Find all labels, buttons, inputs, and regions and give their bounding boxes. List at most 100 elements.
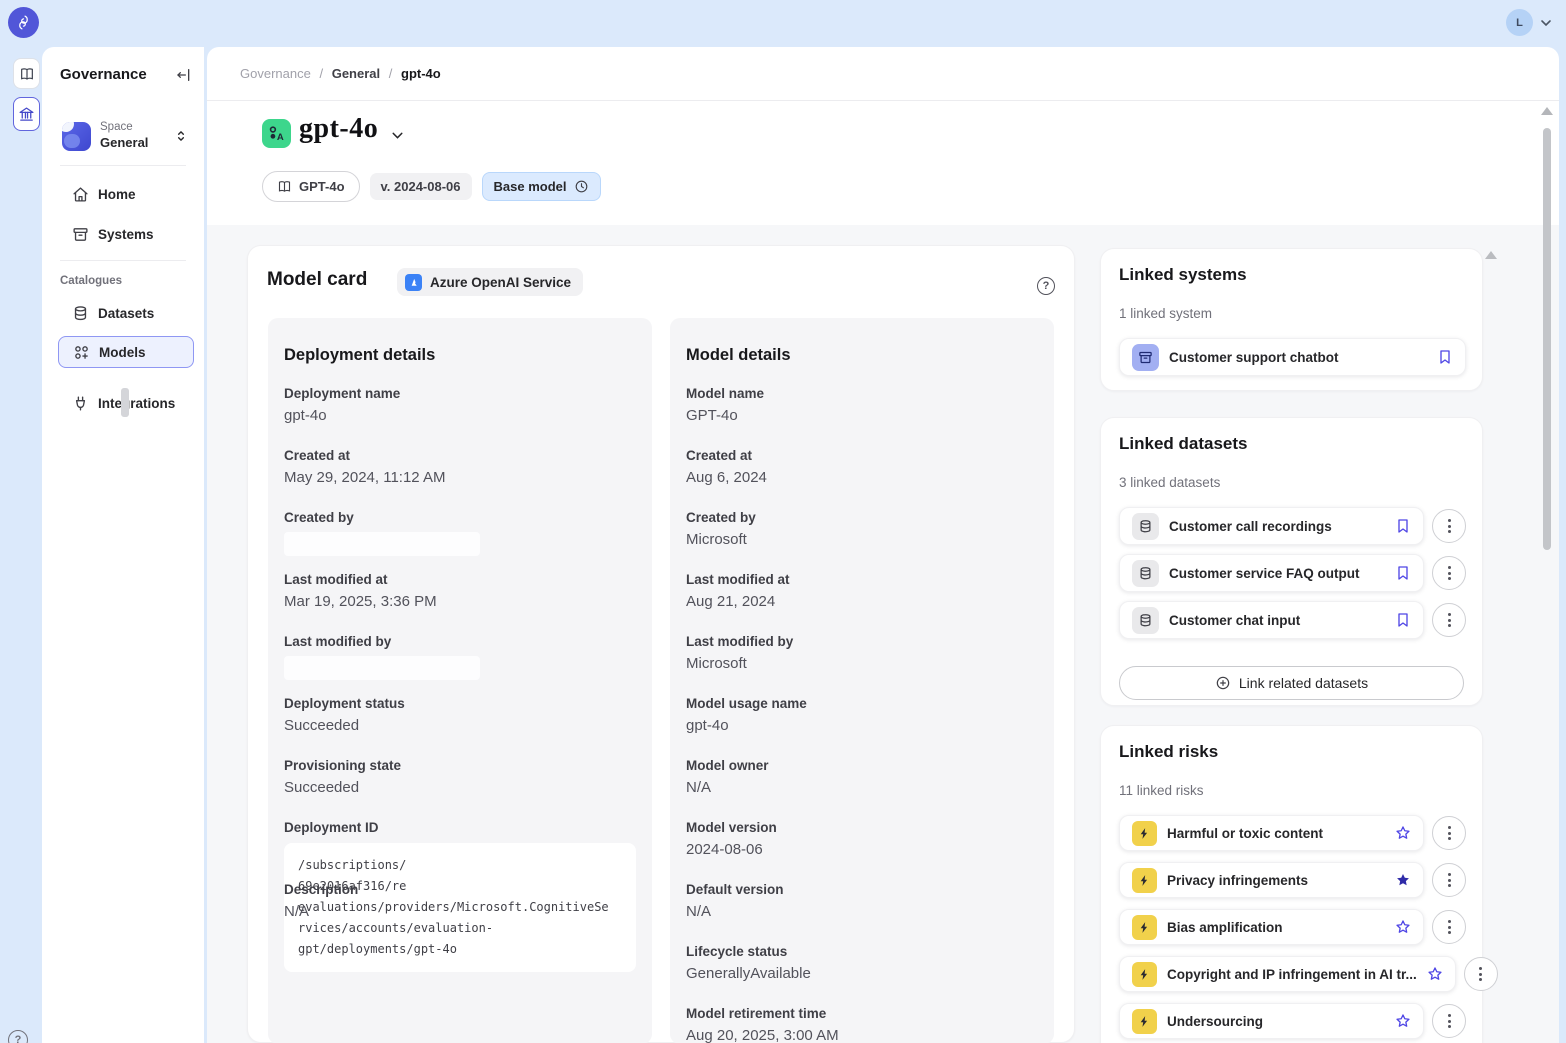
linked-dataset-card[interactable]: Customer service FAQ output — [1119, 554, 1424, 592]
scrollbar-up-icon[interactable] — [1541, 107, 1553, 115]
clock-icon[interactable] — [574, 179, 589, 194]
scrollbar-thumb[interactable] — [1543, 128, 1551, 550]
breadcrumb-general[interactable]: General — [332, 66, 380, 81]
field-value: Aug 20, 2025, 3:00 AM — [686, 1027, 1038, 1043]
linked-dataset-card[interactable]: Customer call recordings — [1119, 507, 1424, 545]
field-label: Created by — [686, 510, 1038, 525]
rail-governance-button[interactable] — [13, 97, 40, 131]
field-value: gpt-4o — [686, 717, 1038, 734]
deployment-details-card: Deployment details Deployment name gpt-4… — [268, 318, 652, 1043]
detail-field: Created by Microsoft — [686, 510, 1038, 572]
bookmark-icon[interactable] — [1395, 565, 1411, 581]
linked-systems-list: Customer support chatbot — [1119, 338, 1466, 376]
breadcrumb-governance[interactable]: Governance — [240, 66, 311, 81]
version-chip: v. 2024-08-06 — [370, 173, 472, 200]
plus-circle-icon — [1215, 675, 1231, 691]
field-label: Lifecycle status — [686, 944, 1038, 959]
linked-dataset-card[interactable]: Customer chat input — [1119, 601, 1424, 639]
risk-menu-button[interactable] — [1432, 816, 1466, 850]
breadcrumb: Governance / General / gpt-4o — [240, 66, 441, 81]
header-chips: GPT-4o v. 2024-08-06 Base model — [262, 171, 601, 202]
space-selector[interactable]: Space General — [54, 115, 192, 157]
field-value: Succeeded — [284, 717, 636, 734]
sidebar-item-label: Systems — [98, 227, 154, 242]
star-outline-icon[interactable] — [1395, 825, 1411, 841]
deployment-details-heading: Deployment details — [284, 346, 636, 386]
page-title: gpt-4o — [299, 113, 378, 145]
panel-scroll-up-icon[interactable] — [1485, 251, 1497, 259]
linked-datasets-heading: Linked datasets — [1119, 434, 1466, 454]
book-icon — [277, 179, 292, 194]
dataset-menu-button[interactable] — [1432, 603, 1466, 637]
star-filled-icon[interactable] — [1395, 872, 1411, 888]
space-label: Space — [100, 121, 148, 135]
azure-icon — [405, 274, 422, 291]
user-avatar[interactable]: L — [1506, 9, 1533, 36]
detail-field: Default version N/A — [686, 882, 1038, 944]
sidebar-collapse-icon[interactable] — [176, 67, 192, 83]
field-value: Succeeded — [284, 779, 636, 796]
sidebar-item-datasets[interactable]: Datasets — [58, 297, 194, 329]
sidebar-item-models[interactable]: Models — [58, 336, 194, 368]
field-label: Deployment ID — [284, 820, 636, 835]
dataset-menu-button[interactable] — [1432, 509, 1466, 543]
linked-risk-card[interactable]: Harmful or toxic content — [1119, 815, 1424, 851]
model-card-help-icon[interactable]: ? — [1037, 277, 1055, 295]
detail-field: Deployment name gpt-4o — [284, 386, 636, 448]
model-chip-label: GPT-4o — [299, 179, 345, 194]
dataset-menu-button[interactable] — [1432, 556, 1466, 590]
linked-risks-count: 11 linked risks — [1119, 783, 1466, 798]
field-value: Microsoft — [686, 655, 1038, 672]
field-label: Model retirement time — [686, 1006, 1038, 1021]
bookmark-icon[interactable] — [1437, 349, 1453, 365]
risk-menu-button[interactable] — [1432, 1004, 1466, 1038]
database-icon — [72, 305, 89, 322]
title-chevron-down-icon[interactable] — [389, 127, 406, 144]
field-label: Last modified at — [284, 572, 636, 587]
detail-field: Model owner N/A — [686, 758, 1038, 820]
field-label: Model owner — [686, 758, 1038, 773]
sidebar-title: Governance — [60, 66, 147, 83]
sidebar-item-systems[interactable]: Systems — [58, 218, 194, 250]
star-outline-icon[interactable] — [1427, 966, 1443, 982]
linked-datasets-list: Customer call recordings — [1119, 507, 1466, 648]
app-logo[interactable] — [8, 7, 39, 38]
main-content: Governance / General / gpt-4o A gpt-4o G… — [207, 47, 1559, 1043]
bookmark-icon[interactable] — [1395, 612, 1411, 628]
base-model-chip: Base model — [482, 172, 601, 201]
sidebar-item-home[interactable]: Home — [58, 178, 194, 210]
linked-risk-card[interactable]: Undersourcing — [1119, 1003, 1424, 1039]
linked-risk-card[interactable]: Copyright and IP infringement in AI tr..… — [1119, 956, 1456, 992]
detail-field: Last modified by Microsoft — [686, 634, 1038, 696]
app-root: L ? Governance Space General — [0, 0, 1566, 1043]
risk-menu-button[interactable] — [1464, 957, 1498, 991]
linked-datasets-panel: Linked datasets 3 linked datasets Custom… — [1100, 417, 1483, 706]
field-label: Created at — [686, 448, 1038, 463]
detail-field: Last modified by — [284, 634, 636, 696]
azure-badge-label: Azure OpenAI Service — [430, 275, 571, 290]
help-bottom-icon[interactable]: ? — [8, 1030, 28, 1043]
user-menu-chevron-icon[interactable] — [1538, 15, 1554, 31]
field-label: Created by — [284, 510, 636, 525]
risk-menu-button[interactable] — [1432, 863, 1466, 897]
link-related-datasets-button[interactable]: Link related datasets — [1119, 666, 1464, 700]
sidebar-item-label: Integrations — [98, 396, 175, 411]
linked-risk-card[interactable]: Bias amplification — [1119, 909, 1424, 945]
field-value: May 29, 2024, 11:12 AM — [284, 469, 636, 486]
model-card-title: Model card — [267, 269, 367, 291]
star-outline-icon[interactable] — [1395, 919, 1411, 935]
bookmark-icon[interactable] — [1395, 518, 1411, 534]
model-card-panel: Model card Azure OpenAI Service ? Deploy… — [247, 245, 1075, 1043]
rail-library-button[interactable] — [13, 58, 40, 89]
star-outline-icon[interactable] — [1395, 1013, 1411, 1029]
detail-field: Deployment ID /subscriptions/69e2016af31… — [284, 820, 636, 882]
linked-risk-card[interactable]: Privacy infringements — [1119, 862, 1424, 898]
sidebar-divider — [60, 260, 186, 261]
field-label: Provisioning state — [284, 758, 636, 773]
linked-system-card[interactable]: Customer support chatbot — [1119, 338, 1466, 376]
header-divider — [207, 100, 1559, 101]
risk-menu-button[interactable] — [1432, 910, 1466, 944]
field-value: N/A — [686, 779, 1038, 796]
risk-lightning-icon — [1132, 915, 1157, 940]
linked-risks-panel: Linked risks 11 linked risks Harmful or … — [1100, 725, 1483, 1043]
